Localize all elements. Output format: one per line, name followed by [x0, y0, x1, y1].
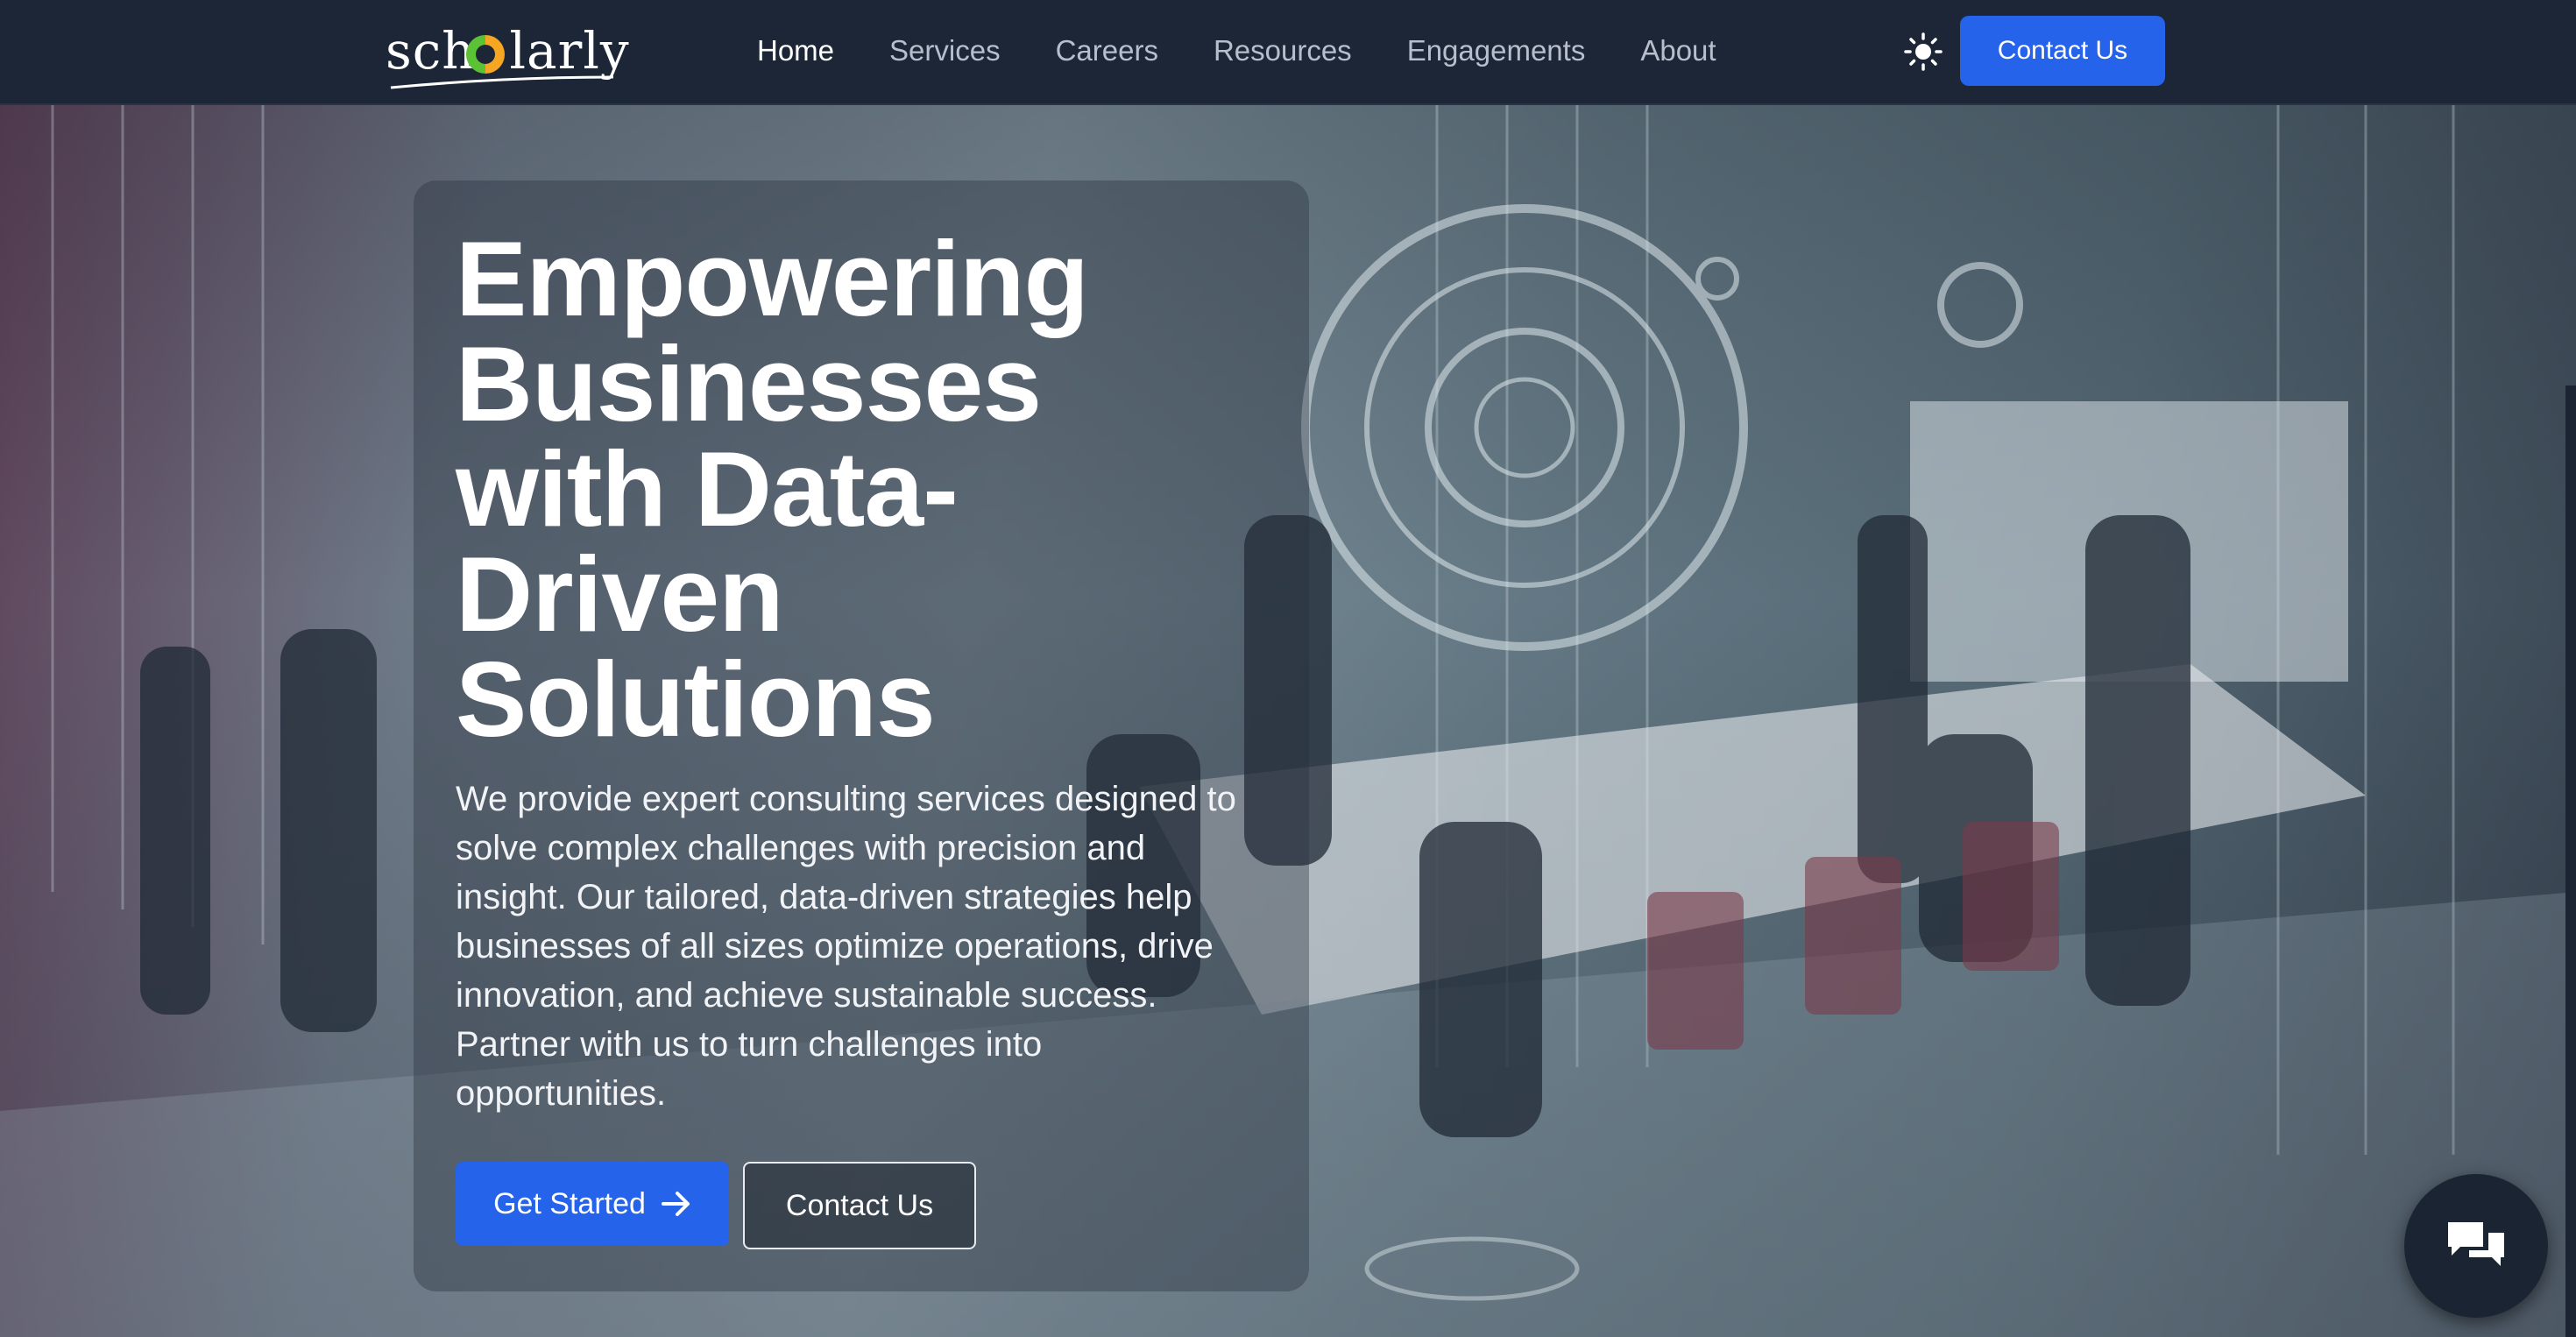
scholarly-logo[interactable]: sch larly	[386, 12, 629, 91]
main-nav: Home Services Careers Resources Engageme…	[757, 30, 1772, 72]
logo-o-ring-icon	[466, 35, 505, 74]
get-started-label: Get Started	[493, 1186, 646, 1220]
logo-wordmark: sch larly	[386, 21, 630, 81]
nav-contact-button[interactable]: Contact Us	[1960, 16, 2165, 86]
nav-link-services[interactable]: Services	[889, 30, 1001, 72]
nav-link-about[interactable]: About	[1640, 30, 1716, 72]
sun-icon[interactable]	[1903, 32, 1943, 72]
hero-section: Empowering Businesses with Data-Driven S…	[0, 103, 2576, 1337]
page-scrollbar[interactable]	[2565, 386, 2576, 1337]
nav-link-careers[interactable]: Careers	[1056, 30, 1158, 72]
nav-link-resources[interactable]: Resources	[1214, 30, 1352, 72]
hero-title: Empowering Businesses with Data-Driven S…	[456, 219, 1089, 759]
hero-contact-button[interactable]: Contact Us	[743, 1162, 976, 1249]
get-started-button[interactable]: Get Started	[456, 1162, 729, 1246]
nav-link-engagements[interactable]: Engagements	[1407, 30, 1586, 72]
arrow-right-icon	[661, 1192, 690, 1216]
nav-link-home[interactable]: Home	[757, 30, 834, 72]
hero-description: We provide expert consulting services de…	[456, 780, 1236, 1113]
top-navbar: sch larly Home Services Careers Resource…	[0, 0, 2576, 105]
logo-underline-swoosh	[390, 75, 614, 89]
chat-bubbles-icon	[2448, 1222, 2504, 1266]
chat-button[interactable]	[2404, 1174, 2548, 1318]
